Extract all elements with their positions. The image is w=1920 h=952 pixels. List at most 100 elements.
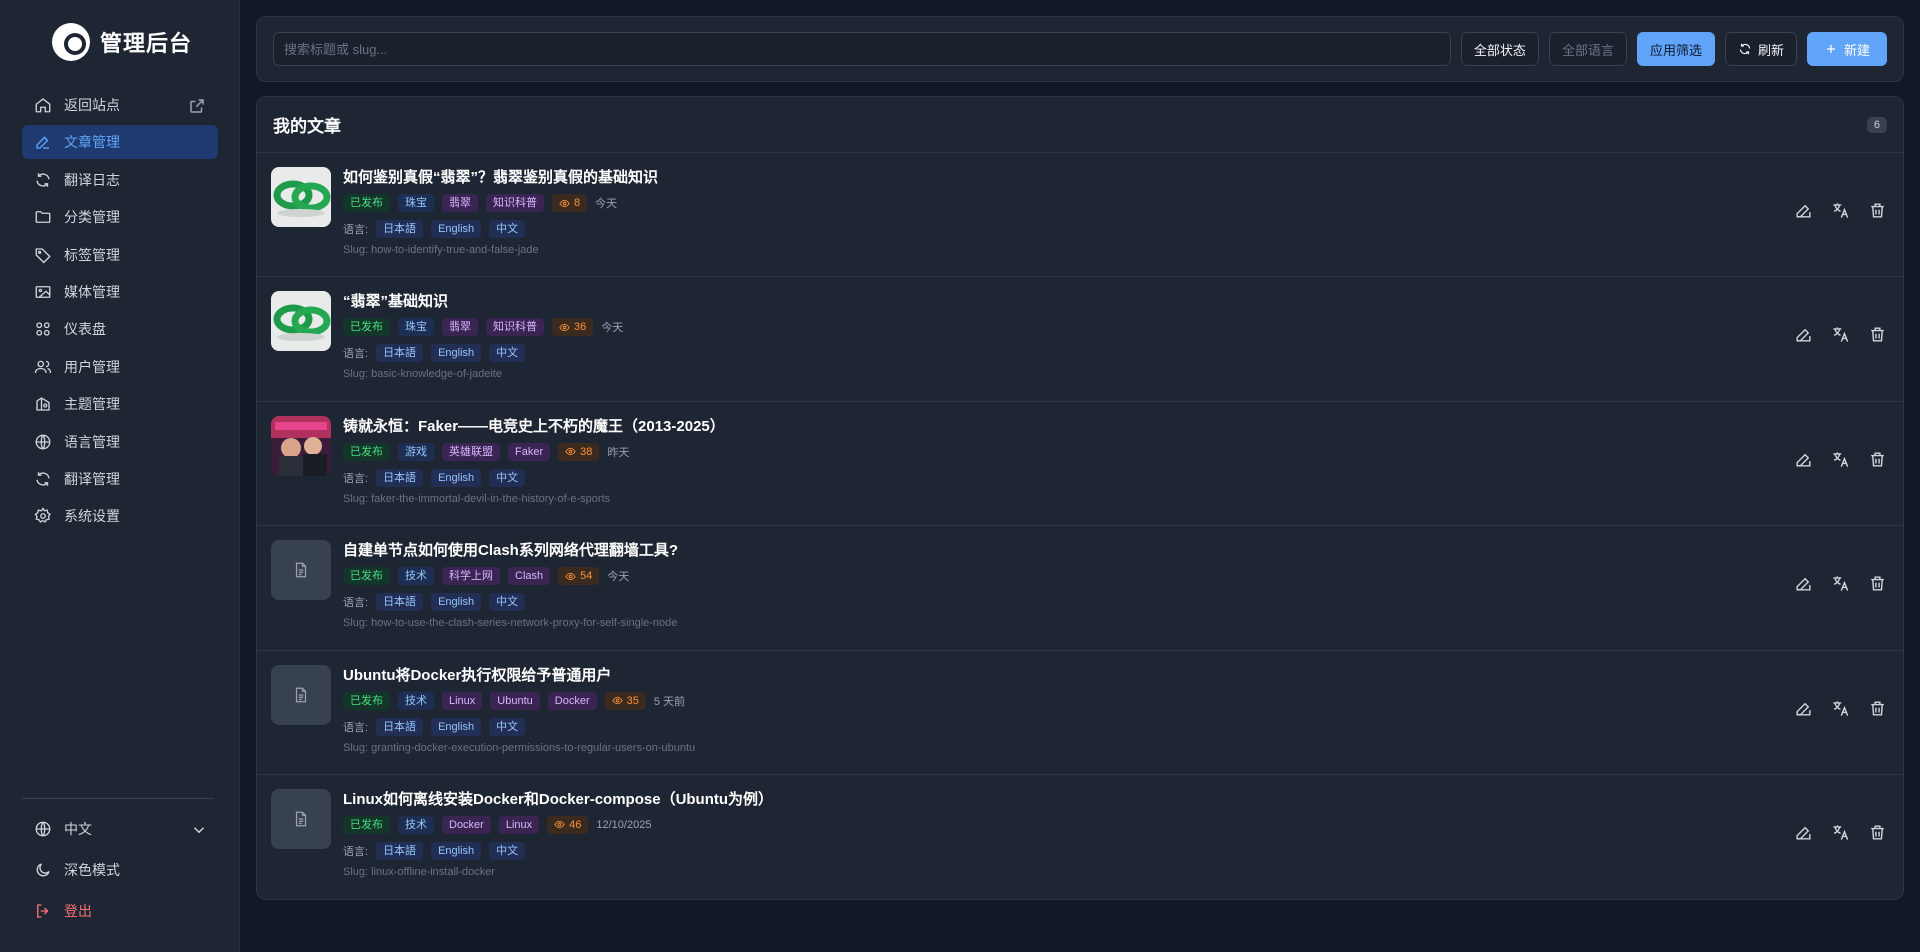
sidebar-item-articles[interactable]: 文章管理 (22, 125, 218, 160)
language-tag[interactable]: English (431, 717, 482, 736)
translate-button[interactable] (1831, 574, 1850, 598)
translate-button[interactable] (1831, 699, 1850, 723)
language-tag[interactable]: 中文 (489, 468, 526, 487)
delete-button[interactable] (1868, 450, 1887, 474)
edit-icon[interactable] (1794, 201, 1813, 220)
language-tag[interactable]: 中文 (489, 593, 526, 612)
sidebar-item-tags[interactable]: 标签管理 (22, 238, 218, 272)
article-title[interactable]: 如何鉴别真假“翡翠”？翡翠鉴别真假的基础知识 (343, 167, 1763, 189)
language-filter-select[interactable]: 全部语言 (1548, 32, 1627, 66)
article-tag[interactable]: Faker (508, 442, 551, 461)
dark-mode-toggle[interactable]: 深色模式 (22, 853, 218, 887)
sidebar-item-dashboard[interactable]: 仪表盘 (22, 312, 218, 346)
article-tag[interactable]: 翡翠 (442, 318, 478, 337)
language-tag[interactable]: 中文 (489, 344, 526, 363)
article-tag[interactable]: Clash (508, 567, 551, 586)
translate-button[interactable] (1831, 823, 1850, 847)
sidebar-item-languages[interactable]: 语言管理 (22, 425, 218, 459)
language-tag[interactable]: English (431, 593, 482, 612)
article-tag[interactable]: Docker (442, 815, 491, 834)
category-badge[interactable]: 技术 (398, 691, 434, 710)
language-tag[interactable]: English (431, 468, 482, 487)
edit-button[interactable] (1794, 201, 1813, 225)
translate-button[interactable] (1831, 450, 1850, 474)
sidebar-item-users[interactable]: 用户管理 (22, 350, 218, 384)
delete-button[interactable] (1868, 325, 1887, 349)
sidebar-item-translation-logs[interactable]: 翻译日志 (22, 163, 218, 197)
edit-button[interactable] (1794, 823, 1813, 847)
edit-button[interactable] (1794, 574, 1813, 598)
delete-button[interactable] (1868, 699, 1887, 723)
article-tag[interactable]: Linux (442, 691, 483, 710)
translate-button[interactable] (1831, 325, 1850, 349)
translate-icon[interactable] (1831, 325, 1850, 344)
language-tag[interactable]: English (431, 344, 482, 363)
category-badge[interactable]: 技术 (398, 567, 434, 586)
logout-button[interactable]: 登出 (22, 894, 218, 928)
brand[interactable]: 管理后台 (52, 22, 192, 62)
edit-icon[interactable] (1794, 699, 1813, 718)
edit-icon[interactable] (1794, 574, 1813, 593)
translate-button[interactable] (1831, 201, 1850, 225)
article-title[interactable]: Linux如何离线安装Docker和Docker-compose（Ubuntu为… (343, 789, 1763, 811)
category-badge[interactable]: 珠宝 (398, 318, 434, 337)
article-title[interactable]: 自建单节点如何使用Clash系列网络代理翻墙工具? (343, 540, 1763, 562)
sidebar-item-back-to-site[interactable]: 返回站点 (22, 88, 218, 122)
language-selector[interactable]: 中文 (22, 812, 218, 846)
translate-icon[interactable] (1831, 699, 1850, 718)
language-tag[interactable]: 中文 (489, 841, 526, 860)
language-tag[interactable]: English (431, 841, 482, 860)
trash-icon[interactable] (1868, 201, 1887, 220)
edit-icon[interactable] (1794, 325, 1813, 344)
language-tag[interactable]: 中文 (489, 717, 526, 736)
delete-button[interactable] (1868, 201, 1887, 225)
category-badge[interactable]: 珠宝 (398, 194, 434, 212)
translate-icon[interactable] (1831, 201, 1850, 220)
translate-icon[interactable] (1831, 574, 1850, 593)
language-tag[interactable]: 日本語 (376, 468, 424, 487)
delete-button[interactable] (1868, 823, 1887, 847)
trash-icon[interactable] (1868, 823, 1887, 842)
article-tag[interactable]: 翡翠 (442, 194, 478, 212)
language-tag[interactable]: English (431, 220, 482, 238)
sidebar-item-settings[interactable]: 系统设置 (22, 499, 218, 533)
article-tag[interactable]: 知识科普 (486, 318, 544, 337)
category-badge[interactable]: 技术 (398, 815, 434, 834)
translate-icon[interactable] (1831, 823, 1850, 842)
article-title[interactable]: “翡翠”基础知识 (343, 291, 1763, 313)
sidebar-item-themes[interactable]: 主题管理 (22, 387, 218, 421)
sidebar-item-translations[interactable]: 翻译管理 (22, 462, 218, 496)
article-tag[interactable]: Ubuntu (490, 691, 540, 710)
trash-icon[interactable] (1868, 325, 1887, 344)
article-tag[interactable]: Docker (547, 691, 597, 710)
refresh-button[interactable]: 刷新 (1724, 32, 1797, 66)
language-tag[interactable]: 日本語 (376, 593, 424, 612)
language-tag[interactable]: 日本語 (376, 841, 424, 860)
status-filter-select[interactable]: 全部状态 (1460, 32, 1539, 66)
edit-button[interactable] (1794, 699, 1813, 723)
edit-button[interactable] (1794, 325, 1813, 349)
edit-button[interactable] (1794, 450, 1813, 474)
trash-icon[interactable] (1868, 450, 1887, 469)
language-tag[interactable]: 日本語 (376, 717, 424, 736)
sidebar-item-media[interactable]: 媒体管理 (22, 275, 218, 309)
delete-button[interactable] (1868, 574, 1887, 598)
language-tag[interactable]: 中文 (489, 220, 526, 238)
new-article-button[interactable]: 新建 (1806, 32, 1887, 66)
edit-icon[interactable] (1794, 823, 1813, 842)
apply-filter-button[interactable]: 应用筛选 (1636, 32, 1715, 66)
language-tag[interactable]: 日本語 (376, 344, 424, 363)
language-tag[interactable]: 日本語 (376, 220, 424, 238)
sidebar-item-categories[interactable]: 分类管理 (22, 200, 218, 234)
article-tag[interactable]: 英雄联盟 (442, 442, 500, 461)
trash-icon[interactable] (1868, 699, 1887, 718)
trash-icon[interactable] (1868, 574, 1887, 593)
article-title[interactable]: Ubuntu将Docker执行权限给予普通用户 (343, 665, 1763, 687)
article-tag[interactable]: 知识科普 (486, 194, 544, 212)
article-title[interactable]: 铸就永恒：Faker——电竞史上不朽的魔王（2013-2025） (343, 416, 1763, 438)
search-input[interactable] (273, 32, 1451, 66)
translate-icon[interactable] (1831, 450, 1850, 469)
category-badge[interactable]: 游戏 (398, 442, 434, 461)
article-tag[interactable]: Linux (498, 815, 540, 834)
edit-icon[interactable] (1794, 450, 1813, 469)
